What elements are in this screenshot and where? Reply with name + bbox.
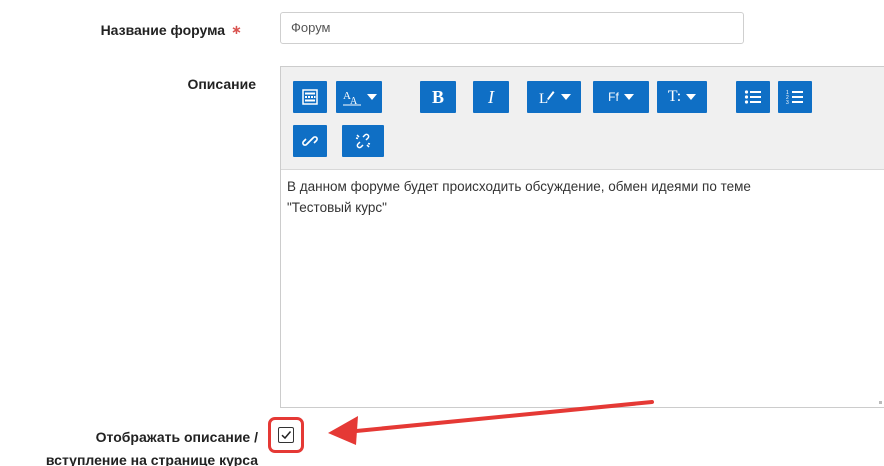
link-button[interactable]: [293, 125, 327, 157]
description-content[interactable]: В данном форуме будет происходить обсужд…: [287, 176, 867, 218]
editor-toolbar: A A B I L Ff T: 1 2 3: [281, 67, 884, 170]
description-text-line: "Тестовый курс": [287, 200, 387, 215]
italic-icon: I: [488, 86, 494, 107]
forum-name-label: Название форума ∗: [101, 22, 242, 38]
unlink-icon: [355, 133, 371, 149]
toolbar-toggle-icon: [302, 89, 318, 105]
font-size-icon: A A: [342, 90, 361, 106]
paragraph-format-button[interactable]: T:: [657, 81, 707, 113]
chevron-down-icon: [623, 94, 634, 100]
bold-icon: B: [431, 86, 444, 107]
toolbar-toggle-button[interactable]: [293, 81, 327, 113]
svg-text:3: 3: [786, 100, 789, 105]
show-description-label-line: Отображать описание /: [95, 429, 258, 445]
font-family-icon: Ff: [608, 90, 619, 104]
unlink-button[interactable]: [342, 125, 384, 157]
forum-name-input[interactable]: Форум: [280, 12, 744, 44]
description-label: Описание: [187, 76, 256, 92]
show-description-label: Отображать описание / вступление на стра…: [46, 426, 258, 466]
chevron-down-icon: [366, 94, 377, 100]
chevron-down-icon: [686, 94, 697, 100]
show-description-checkbox[interactable]: [278, 427, 294, 443]
svg-text:L: L: [539, 91, 548, 106]
font-size-button[interactable]: A A: [336, 81, 382, 113]
annotation-arrow-icon: [328, 400, 654, 445]
unordered-list-button[interactable]: [736, 81, 770, 113]
unordered-list-icon: [744, 90, 761, 104]
style-button[interactable]: L: [527, 81, 581, 113]
bold-button[interactable]: B: [420, 81, 456, 113]
description-editor[interactable]: A A B I L Ff T: 1 2 3 В данном форуме бу…: [280, 66, 884, 408]
style-icon: L: [539, 91, 554, 106]
forum-name-label-text: Название форума: [100, 22, 226, 38]
font-family-button[interactable]: Ff: [593, 81, 649, 113]
chevron-down-icon: [560, 94, 571, 100]
italic-button[interactable]: I: [473, 81, 509, 113]
checkbox-highlight: [268, 417, 304, 453]
ordered-list-button[interactable]: 1 2 3: [778, 81, 812, 113]
editor-resize-handle[interactable]: [879, 401, 882, 404]
link-icon: [302, 136, 318, 146]
forum-settings-form: Название форума ∗ Форум Описание A A B I…: [0, 0, 884, 466]
required-icon: ∗: [231, 22, 242, 37]
paragraph-format-icon: T:: [667, 88, 682, 105]
ordered-list-icon: 1 2 3: [786, 90, 803, 105]
checkmark-icon: [281, 431, 292, 440]
show-description-label-line: вступление на странице курса: [45, 452, 258, 466]
description-text-line: В данном форуме будет происходить обсужд…: [287, 179, 751, 194]
